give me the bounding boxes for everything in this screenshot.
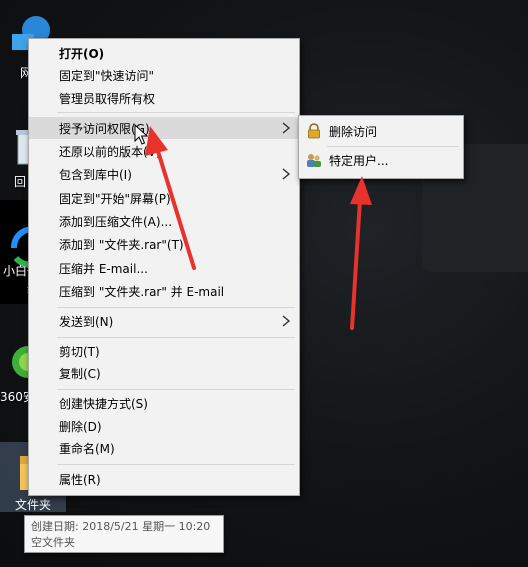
arrow-to-give-access [145, 126, 196, 270]
annotation-arrows [145, 126, 372, 330]
arrow-to-specific-people [350, 176, 372, 330]
